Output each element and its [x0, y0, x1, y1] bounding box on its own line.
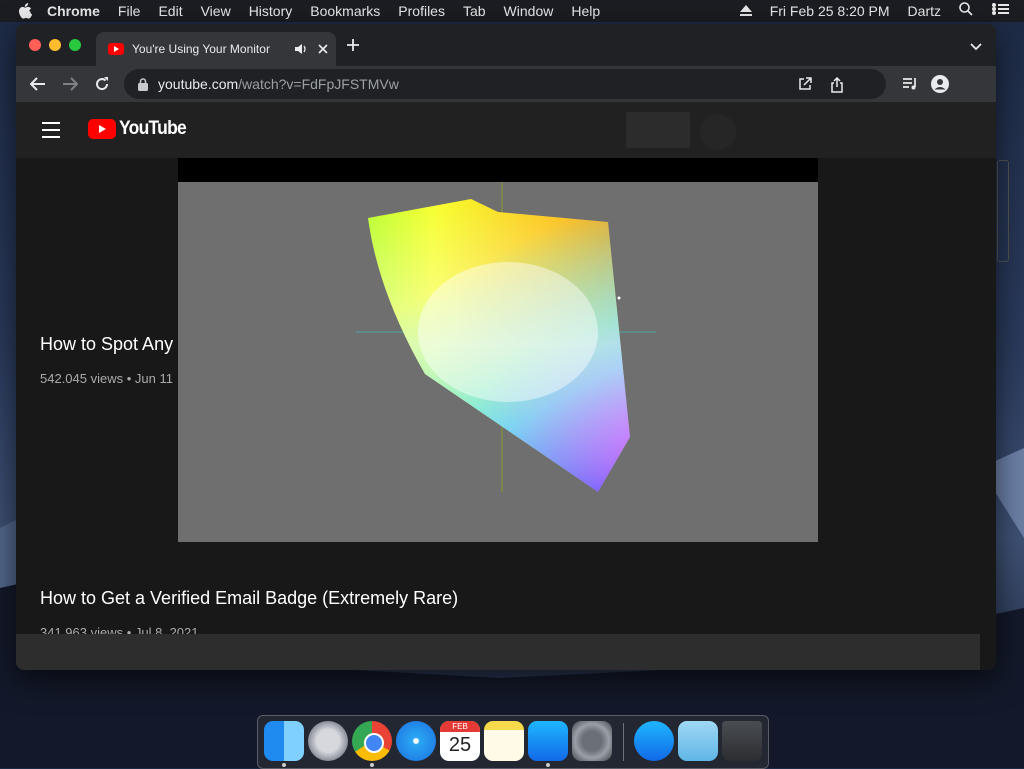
loading-placeholder — [626, 112, 690, 148]
lock-icon[interactable] — [136, 77, 150, 91]
system-preferences-icon[interactable] — [572, 721, 612, 761]
downloads-folder-icon[interactable] — [678, 721, 718, 761]
chrome-window: You're Using Your Monitor youtube.com/wa… — [16, 24, 996, 670]
chrome-running-indicator — [370, 763, 374, 767]
url-host: youtube.com — [158, 76, 239, 92]
safari-icon[interactable] — [396, 721, 436, 761]
browser-toolbar: youtube.com/watch?v=FdFpJFSTMVw — [16, 66, 996, 102]
apple-menu-icon[interactable] — [12, 3, 38, 19]
address-bar[interactable]: youtube.com/watch?v=FdFpJFSTMVw — [124, 69, 886, 99]
menu-tab[interactable]: Tab — [454, 0, 495, 22]
menu-edit[interactable]: Edit — [149, 0, 191, 22]
url-text: youtube.com/watch?v=FdFpJFSTMVw — [158, 76, 399, 92]
tab-search-chevron-icon[interactable] — [970, 38, 982, 56]
menu-window[interactable]: Window — [495, 0, 563, 22]
reload-icon[interactable] — [92, 74, 112, 94]
browser-tab[interactable]: You're Using Your Monitor — [96, 32, 336, 66]
eject-icon[interactable] — [731, 0, 761, 22]
share-icon[interactable] — [830, 76, 846, 93]
back-arrow-icon[interactable] — [28, 74, 48, 94]
zoom-window-button[interactable] — [69, 39, 81, 51]
forward-arrow-icon[interactable] — [60, 74, 80, 94]
open-in-app-icon[interactable] — [798, 77, 814, 93]
youtube-logo-text: YouTube — [119, 118, 187, 139]
background-window-edge — [997, 160, 1009, 262]
app-store-icon[interactable] — [528, 721, 568, 761]
youtube-header: YouTube — [16, 102, 996, 158]
app-store-running-indicator — [546, 763, 550, 767]
dock: FEB 25 — [257, 715, 769, 769]
tab-audio-icon[interactable] — [294, 43, 308, 55]
app-store-installer-icon[interactable] — [634, 721, 674, 761]
youtube-favicon-icon — [108, 43, 124, 55]
new-tab-icon[interactable] — [346, 36, 360, 56]
video-title-2[interactable]: How to Get a Verified Email Badge (Extre… — [40, 588, 458, 609]
minimize-window-button[interactable] — [49, 39, 61, 51]
tab-strip: You're Using Your Monitor — [16, 24, 996, 66]
hamburger-menu-icon[interactable] — [42, 122, 60, 143]
youtube-page: YouTube How to Spot Any 542,045 views • … — [16, 102, 996, 670]
control-center-icon[interactable] — [982, 0, 1018, 22]
dock-separator — [623, 723, 624, 761]
menu-bar: Chrome File Edit View History Bookmarks … — [0, 0, 1024, 22]
launchpad-icon[interactable] — [308, 721, 348, 761]
trash-icon[interactable] — [722, 721, 762, 761]
profile-avatar-icon[interactable] — [930, 74, 950, 94]
menu-app-name[interactable]: Chrome — [38, 0, 109, 22]
menu-help[interactable]: Help — [562, 0, 609, 22]
color-gamut-visualization — [356, 182, 656, 492]
menu-view[interactable]: View — [192, 0, 240, 22]
finder-running-indicator — [282, 763, 286, 767]
menu-bookmarks[interactable]: Bookmarks — [301, 0, 389, 22]
video-meta-1: 542,045 views • Jun 11 — [40, 371, 173, 383]
video-title-1[interactable]: How to Spot Any — [40, 334, 173, 355]
page-bottom-bar — [16, 634, 980, 670]
menu-history[interactable]: History — [240, 0, 302, 22]
video-player[interactable] — [178, 158, 818, 542]
spotlight-search-icon[interactable] — [950, 0, 982, 22]
finder-icon[interactable] — [264, 721, 304, 761]
close-tab-icon[interactable] — [318, 44, 328, 54]
calendar-day-label: 25 — [448, 734, 472, 756]
menu-user[interactable]: Dartz — [899, 0, 950, 22]
url-path: /watch?v=FdFpJFSTMVw — [238, 76, 399, 92]
menu-profiles[interactable]: Profiles — [389, 0, 454, 22]
chrome-icon[interactable] — [352, 721, 392, 761]
close-window-button[interactable] — [29, 39, 41, 51]
calendar-icon[interactable]: FEB 25 — [440, 721, 480, 761]
tab-title: You're Using Your Monitor — [132, 42, 270, 56]
calendar-month-label: FEB — [440, 721, 480, 732]
menu-clock[interactable]: Fri Feb 25 8:20 PM — [761, 0, 899, 22]
menu-file[interactable]: File — [109, 0, 150, 22]
notes-icon[interactable] — [484, 721, 524, 761]
loading-avatar-placeholder — [700, 114, 736, 150]
media-controls-icon[interactable] — [900, 74, 920, 94]
youtube-play-icon — [88, 119, 116, 139]
youtube-logo[interactable]: YouTube — [88, 118, 192, 140]
video-frame[interactable] — [178, 182, 818, 542]
